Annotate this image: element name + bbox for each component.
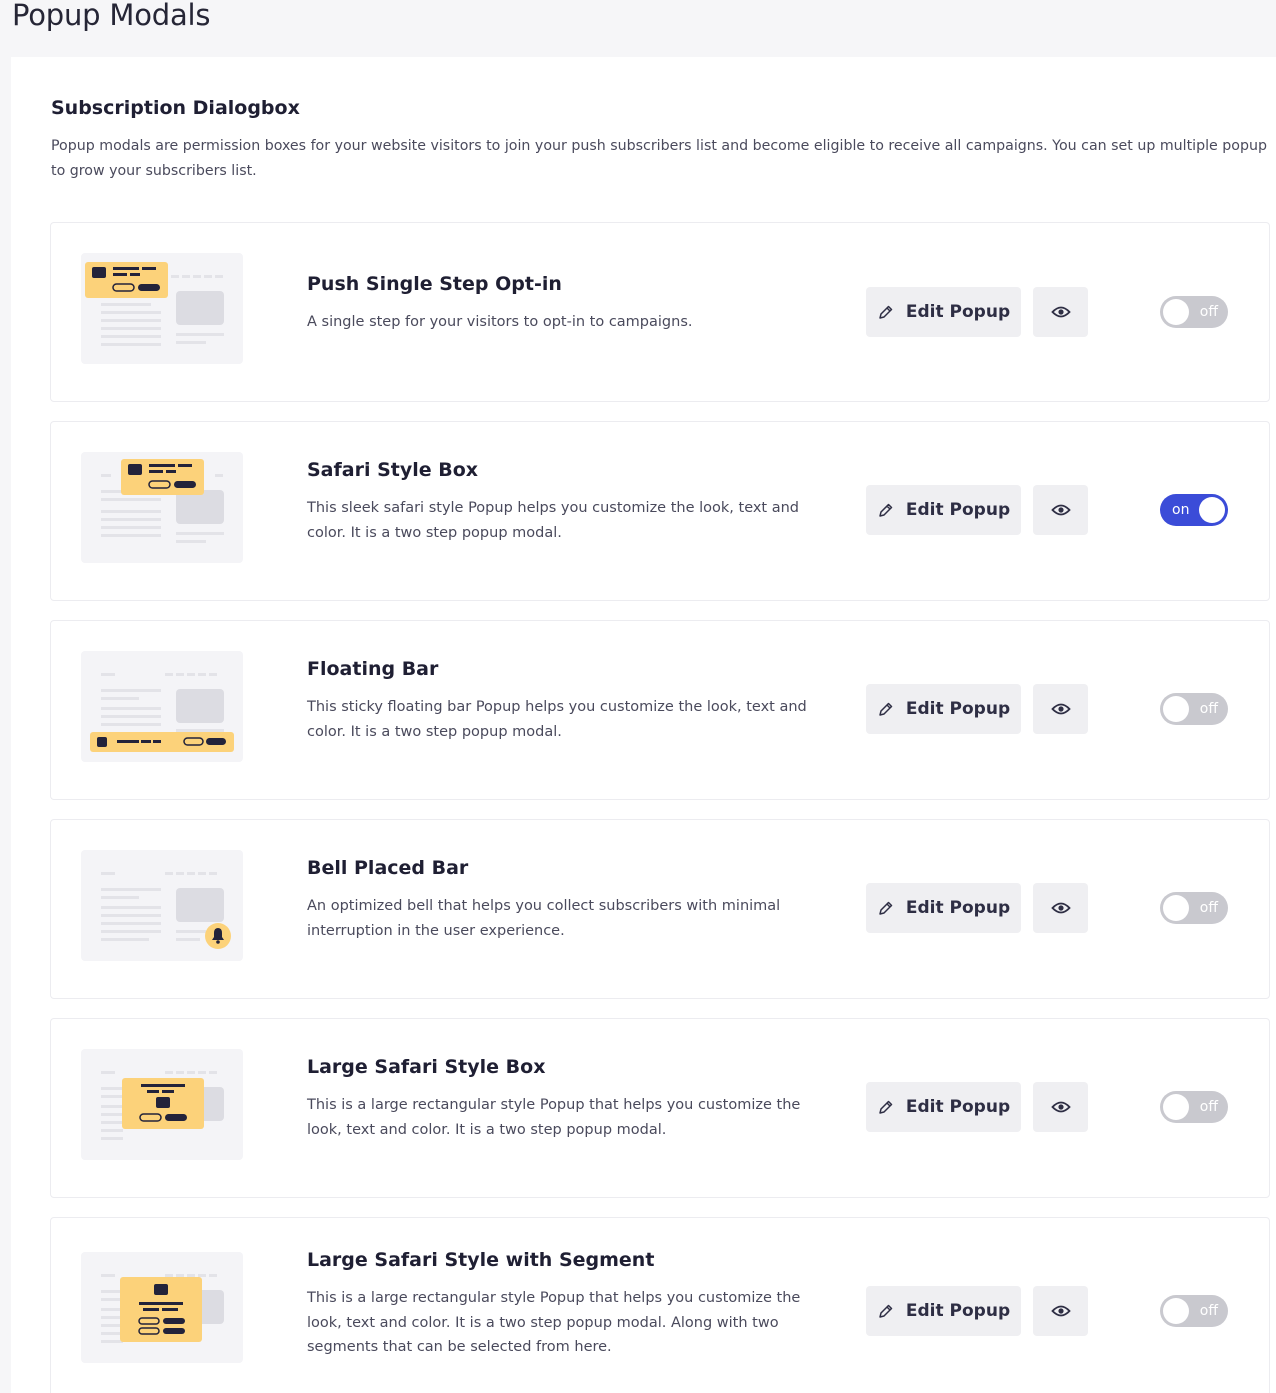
popup-card-large-safari-with-segment: Large Safari Style with Segment This is … (50, 1217, 1270, 1393)
popup-title: Safari Style Box (307, 459, 479, 481)
popup-thumbnail (81, 253, 243, 364)
preview-button[interactable] (1033, 1286, 1088, 1336)
eye-icon (1050, 306, 1071, 318)
edit-popup-button[interactable]: Edit Popup (866, 1082, 1021, 1132)
popup-thumbnail (81, 1049, 243, 1160)
edit-popup-label: Edit Popup (905, 302, 1011, 322)
toggle-knob (1199, 497, 1225, 523)
eye-icon (1050, 1101, 1071, 1113)
popup-title: Bell Placed Bar (307, 857, 469, 879)
eye-icon (1050, 504, 1071, 516)
eye-icon (1050, 1305, 1071, 1317)
pencil-icon (879, 305, 893, 319)
popup-thumbnail (81, 850, 243, 961)
popup-toggle[interactable]: off (1160, 296, 1228, 328)
popup-card-floating-bar: Floating Bar This sticky floating bar Po… (50, 620, 1270, 800)
popup-card-bell-placed-bar: Bell Placed Bar An optimized bell that h… (50, 819, 1270, 999)
edit-popup-button[interactable]: Edit Popup (866, 1286, 1021, 1336)
toggle-knob (1163, 895, 1189, 921)
toggle-label: off (1199, 304, 1218, 320)
popup-thumbnail (81, 651, 243, 762)
edit-popup-button[interactable]: Edit Popup (866, 287, 1021, 337)
popup-description: This sleek safari style Popup helps you … (307, 500, 800, 541)
eye-icon (1050, 902, 1071, 914)
section-description: Popup modals are permission boxes for yo… (51, 138, 1267, 179)
toggle-knob (1163, 299, 1189, 325)
edit-popup-label: Edit Popup (905, 699, 1011, 719)
edit-popup-label: Edit Popup (905, 1097, 1011, 1117)
edit-popup-label: Edit Popup (905, 1301, 1011, 1321)
edit-popup-label: Edit Popup (905, 898, 1011, 918)
edit-popup-button[interactable]: Edit Popup (866, 684, 1021, 734)
toggle-knob (1163, 696, 1189, 722)
popup-card-large-safari-style-box: Large Safari Style Box This is a large r… (50, 1018, 1270, 1198)
edit-popup-button[interactable]: Edit Popup (866, 485, 1021, 535)
pencil-icon (879, 1304, 893, 1318)
toggle-label: on (1172, 502, 1190, 518)
popup-toggle[interactable]: off (1160, 693, 1228, 725)
popup-toggle[interactable]: off (1160, 1295, 1228, 1327)
popup-description: This is a large rectangular style Popup … (307, 1097, 801, 1138)
popup-title: Large Safari Style Box (307, 1056, 546, 1078)
toggle-label: off (1199, 1099, 1218, 1115)
pencil-icon (879, 1100, 893, 1114)
popup-thumbnail (81, 1252, 243, 1363)
content-panel: Subscription Dialogbox Popup modals are … (11, 57, 1276, 1393)
toggle-label: off (1199, 900, 1218, 916)
page-title: Popup Modals (12, 0, 211, 32)
popup-title: Push Single Step Opt-in (307, 273, 562, 295)
toggle-label: off (1199, 701, 1218, 717)
popup-toggle[interactable]: off (1160, 892, 1228, 924)
popup-toggle[interactable]: off (1160, 1091, 1228, 1123)
popup-description: This is a large rectangular style Popup … (307, 1290, 801, 1355)
pencil-icon (879, 702, 893, 716)
toggle-knob (1163, 1298, 1189, 1324)
toggle-knob (1163, 1094, 1189, 1120)
edit-popup-button[interactable]: Edit Popup (866, 883, 1021, 933)
popup-thumbnail (81, 452, 243, 563)
edit-popup-label: Edit Popup (905, 500, 1011, 520)
popup-description: An optimized bell that helps you collect… (307, 898, 781, 939)
eye-icon (1050, 703, 1071, 715)
popup-title: Floating Bar (307, 658, 439, 680)
popup-description: A single step for your visitors to opt-i… (307, 314, 693, 330)
pencil-icon (879, 503, 893, 517)
preview-button[interactable] (1033, 883, 1088, 933)
toggle-label: off (1199, 1303, 1218, 1319)
section-title: Subscription Dialogbox (51, 97, 300, 119)
pencil-icon (879, 901, 893, 915)
popup-description: This sticky floating bar Popup helps you… (307, 699, 807, 740)
preview-button[interactable] (1033, 1082, 1088, 1132)
popup-title: Large Safari Style with Segment (307, 1249, 655, 1271)
popup-toggle[interactable]: on (1160, 494, 1228, 526)
popup-card-push-single-step: Push Single Step Opt-in A single step fo… (50, 222, 1270, 402)
preview-button[interactable] (1033, 287, 1088, 337)
preview-button[interactable] (1033, 485, 1088, 535)
popup-card-safari-style-box: Safari Style Box This sleek safari style… (50, 421, 1270, 601)
preview-button[interactable] (1033, 684, 1088, 734)
